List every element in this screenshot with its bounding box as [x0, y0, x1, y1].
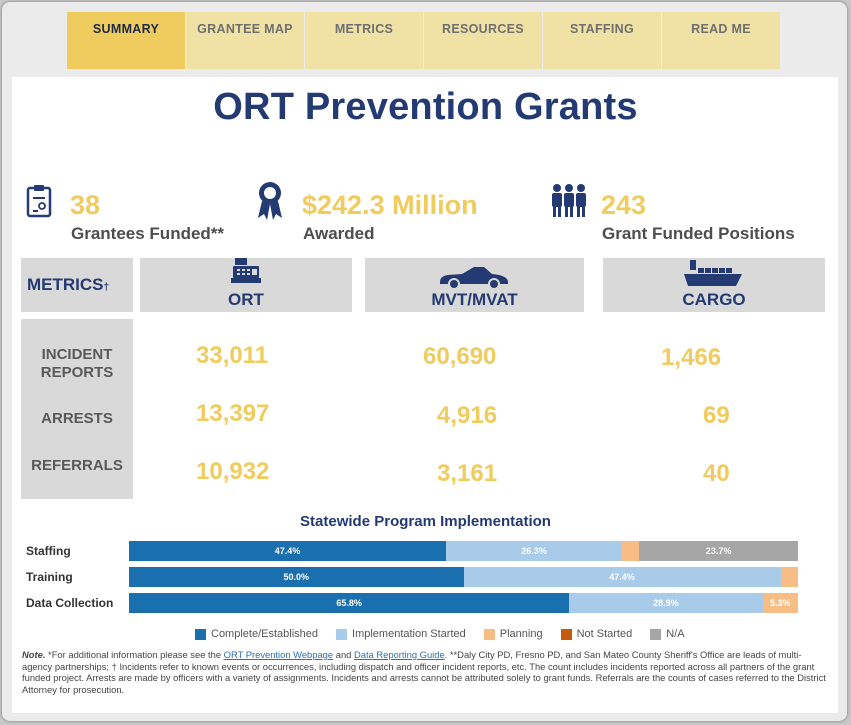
- metrics-dagger: †: [103, 282, 110, 293]
- chart-title: Statewide Program Implementation: [300, 513, 551, 530]
- legend-swatch: [560, 628, 572, 640]
- column-mvt-mvat: MVT/MVAT: [365, 258, 584, 312]
- metrics-header-label: METRICS: [27, 275, 104, 294]
- column-cargo: CARGO: [603, 258, 825, 312]
- value-cargo-incidents: 1,466: [661, 344, 722, 371]
- cargo-ship-icon: [684, 260, 742, 286]
- ort-prevention-webpage-link[interactable]: ORT Prevention Webpage: [224, 649, 333, 660]
- tab-resources[interactable]: RESOURCES: [424, 12, 542, 69]
- chart-bar-staffing: 47.4% 26.3% 23.7%: [129, 541, 798, 561]
- tab-read-me[interactable]: READ ME: [662, 12, 780, 69]
- legend-swatch: [483, 628, 495, 640]
- chart-category-staffing: Staffing: [26, 544, 71, 558]
- page-title: ORT Prevention Grants: [213, 86, 638, 128]
- legend-item-implementation: Implementation Started: [336, 628, 466, 640]
- footnote: Note. *For additional information please…: [22, 649, 830, 695]
- value-cargo-referrals: 40: [703, 460, 730, 487]
- column-mvt-mvat-label: MVT/MVAT: [431, 290, 518, 309]
- bar-segment-implementation-started: 47.4%: [463, 567, 781, 587]
- value-ort-referrals: 10,932: [196, 458, 270, 485]
- note-prefix: Note.: [22, 649, 46, 660]
- funded-positions-number: 243: [601, 190, 647, 220]
- bar-segment-implementation-started: 26.3%: [446, 541, 623, 561]
- value-ort-arrests: 13,397: [196, 400, 270, 427]
- tab-grantee-map[interactable]: GRANTEE MAP: [186, 12, 304, 69]
- people-group-icon: [552, 184, 586, 217]
- bar-segment-planning: [780, 567, 798, 587]
- note-text-2: and: [333, 649, 354, 660]
- bar-segment-planning: [622, 541, 640, 561]
- value-mvt-arrests: 4,916: [437, 402, 498, 429]
- value-mvt-incidents: 60,690: [423, 343, 497, 370]
- chart-category-data-collection: Data Collection: [26, 596, 114, 610]
- tab-metrics[interactable]: METRICS: [305, 12, 423, 69]
- legend-item-planning: Planning: [483, 628, 543, 640]
- chart-bar-data-collection: 65.8% 28.9% 5.3%: [129, 593, 798, 613]
- award-ribbon-icon: [258, 182, 282, 220]
- content-card: [12, 77, 838, 713]
- chart-legend: Complete/Established Implementation Star…: [195, 628, 685, 640]
- bar-segment-n-a: 23.7%: [639, 541, 798, 561]
- legend-label: Planning: [499, 628, 543, 640]
- legend-item-not-started: Not Started: [560, 628, 633, 640]
- legend-swatch: [650, 628, 662, 640]
- bar-segment-complete-established: 47.4%: [129, 541, 447, 561]
- tab-staffing[interactable]: STAFFING: [543, 12, 661, 69]
- awarded-amount: $242.3 Million: [302, 190, 478, 220]
- cash-register-icon: [231, 258, 261, 283]
- funded-positions-label: Grant Funded Positions: [602, 224, 795, 243]
- row-label-arrests: ARRESTS: [41, 410, 113, 427]
- clipboard-icon: [26, 185, 52, 218]
- awarded-label: Awarded: [303, 224, 375, 243]
- legend-label: N/A: [666, 628, 685, 640]
- value-cargo-arrests: 69: [703, 402, 730, 429]
- legend-label: Complete/Established: [211, 628, 319, 640]
- column-ort-label: ORT: [228, 290, 264, 309]
- car-icon: [440, 267, 508, 290]
- column-ort: ORT: [140, 258, 352, 312]
- legend-swatch: [195, 628, 206, 640]
- grantees-funded-label: Grantees Funded**: [71, 224, 225, 243]
- legend-label: Not Started: [576, 628, 633, 640]
- row-label-referrals: REFERRALS: [31, 457, 123, 474]
- tab-summary[interactable]: SUMMARY: [67, 12, 185, 69]
- bar-segment-implementation-started: 28.9%: [569, 593, 763, 613]
- bar-segment-complete-established: 65.8%: [129, 593, 570, 613]
- column-cargo-label: CARGO: [682, 290, 746, 309]
- row-label-incident-reports: INCIDENT REPORTS: [40, 346, 114, 381]
- data-reporting-guide-link[interactable]: Data Reporting Guide: [354, 649, 445, 660]
- note-text-1: *For additional information please see t…: [45, 649, 224, 660]
- legend-item-na: N/A: [650, 628, 685, 640]
- legend-item-complete: Complete/Established: [195, 628, 318, 640]
- chart-category-training: Training: [26, 570, 73, 584]
- tab-bar: SUMMARY GRANTEE MAP METRICS RESOURCES ST…: [67, 12, 781, 69]
- grantees-funded-number: 38: [70, 190, 101, 220]
- value-ort-incidents: 33,011: [196, 342, 269, 369]
- value-mvt-referrals: 3,161: [437, 460, 498, 487]
- chart-bar-training: 50.0% 47.4%: [129, 567, 798, 587]
- legend-label: Implementation Started: [352, 628, 466, 640]
- metrics-header-cell: METRICS†: [21, 258, 133, 312]
- legend-swatch: [336, 628, 348, 640]
- bar-segment-planning: 5.3%: [762, 593, 798, 613]
- bar-segment-complete-established: 50.0%: [129, 567, 464, 587]
